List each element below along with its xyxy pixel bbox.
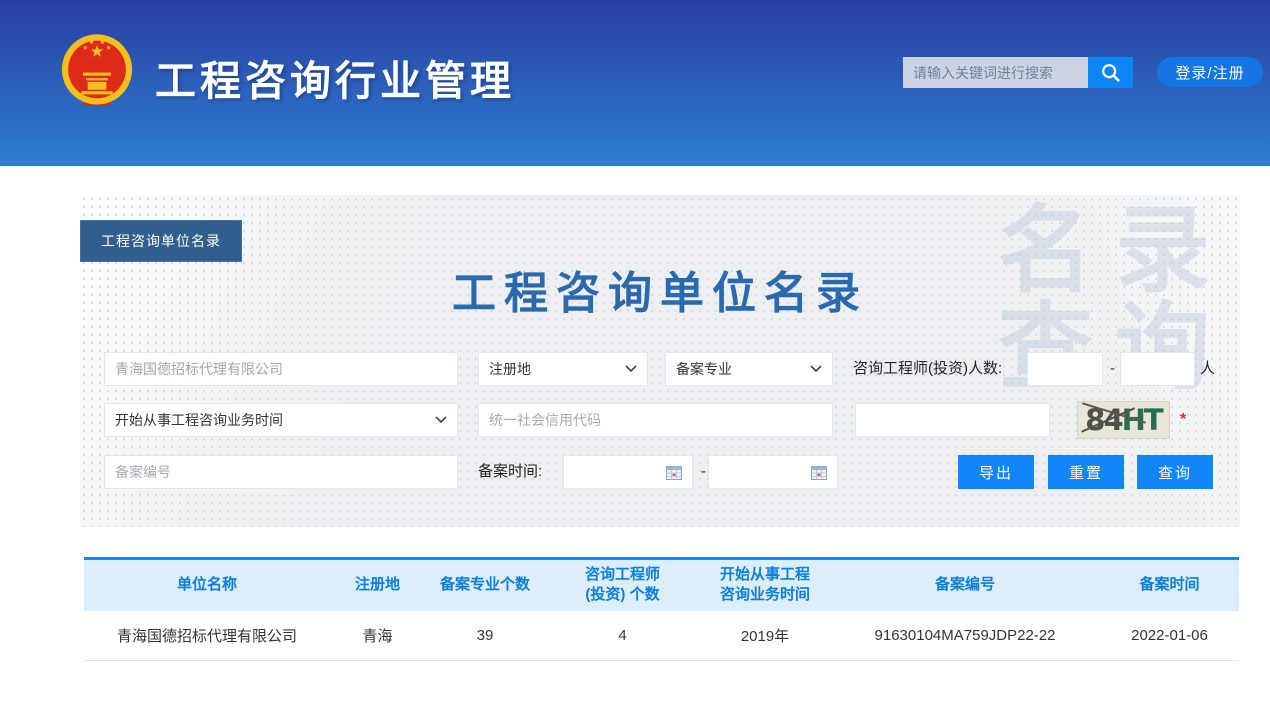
captcha-text-part1: 84 xyxy=(1085,403,1121,437)
header-search-button[interactable] xyxy=(1088,57,1133,88)
col-header-record-number: 备案编号 xyxy=(830,559,1100,611)
engineer-count-unit-label: 人 xyxy=(1200,352,1215,386)
region-select-value: 注册地 xyxy=(489,359,531,379)
unit-name-input[interactable] xyxy=(104,352,458,386)
col-header-start-time: 开始从事工程 咨询业务时间 xyxy=(700,559,830,611)
search-icon xyxy=(1100,62,1122,84)
record-number-input[interactable] xyxy=(104,455,458,489)
engineer-count-label: 咨询工程师(投资)人数: xyxy=(853,352,1002,386)
cell-unit-name: 青海国德招标代理有限公司 xyxy=(84,611,330,661)
chevron-down-icon xyxy=(435,416,447,424)
col-header-region: 注册地 xyxy=(330,559,425,611)
cell-record-time: 2022-01-06 xyxy=(1100,611,1239,661)
table-header-row: 单位名称 注册地 备案专业个数 咨询工程师 (投资) 个数 开始从事工程 咨询业… xyxy=(84,559,1239,611)
captcha-required-mark: * xyxy=(1180,401,1186,435)
engineer-count-min-input[interactable] xyxy=(1027,352,1103,386)
directory-panel: 名录 查询 工程咨询单位名录 工程咨询单位名录 注册地 备案专业 咨询工程师(投… xyxy=(80,195,1240,527)
captcha-input[interactable] xyxy=(855,403,1050,437)
start-time-select-value: 开始从事工程咨询业务时间 xyxy=(115,410,283,430)
col-header-engineer-count: 咨询工程师 (投资) 个数 xyxy=(545,559,700,611)
engineer-count-range-separator: - xyxy=(1110,352,1115,386)
specialty-select-value: 备案专业 xyxy=(676,359,732,379)
cell-region: 青海 xyxy=(330,611,425,661)
start-time-select[interactable]: 开始从事工程咨询业务时间 xyxy=(104,403,458,437)
record-time-start-input[interactable] xyxy=(563,455,693,489)
cell-engineer-count: 4 xyxy=(545,611,700,661)
record-time-label: 备案时间: xyxy=(478,455,542,489)
cell-record-number: 91630104MA759JDP22-22 xyxy=(830,611,1100,661)
national-emblem-icon xyxy=(58,30,136,112)
cell-start-time: 2019年 xyxy=(700,611,830,661)
tab-unit-directory[interactable]: 工程咨询单位名录 xyxy=(80,220,242,262)
credit-code-input[interactable] xyxy=(478,403,833,437)
col-header-unit-name: 单位名称 xyxy=(84,559,330,611)
page-title: 工程咨询单位名录 xyxy=(80,257,1240,321)
record-time-range-separator: - xyxy=(701,455,706,489)
col-header-specialty-count: 备案专业个数 xyxy=(425,559,545,611)
site-header: 工程咨询行业管理 登录/注册 xyxy=(0,0,1270,166)
reset-button[interactable]: 重置 xyxy=(1048,455,1124,489)
table-row: 青海国德招标代理有限公司 青海 39 4 2019年 91630104MA759… xyxy=(84,611,1239,661)
engineer-count-max-input[interactable] xyxy=(1120,352,1195,386)
results-table-section: 单位名称 注册地 备案专业个数 咨询工程师 (投资) 个数 开始从事工程 咨询业… xyxy=(84,557,1239,661)
query-button[interactable]: 查询 xyxy=(1137,455,1213,489)
header-search-group xyxy=(903,57,1133,88)
chevron-down-icon xyxy=(810,365,822,373)
captcha-text-part2: HT xyxy=(1122,403,1162,437)
header-search-input[interactable] xyxy=(903,57,1088,88)
region-select[interactable]: 注册地 xyxy=(478,352,648,386)
site-title: 工程咨询行业管理 xyxy=(155,47,515,107)
login-register-button[interactable]: 登录/注册 xyxy=(1157,57,1263,87)
specialty-select[interactable]: 备案专业 xyxy=(665,352,833,386)
cell-specialty-count: 39 xyxy=(425,611,545,661)
col-header-record-time: 备案时间 xyxy=(1100,559,1239,611)
record-time-end-input[interactable] xyxy=(708,455,838,489)
export-button[interactable]: 导出 xyxy=(958,455,1034,489)
calendar-icon xyxy=(666,465,682,480)
calendar-icon xyxy=(811,465,827,480)
chevron-down-icon xyxy=(625,365,637,373)
captcha-image[interactable]: 84HT xyxy=(1077,401,1170,439)
results-table: 单位名称 注册地 备案专业个数 咨询工程师 (投资) 个数 开始从事工程 咨询业… xyxy=(84,557,1239,661)
page: 工程咨询行业管理 登录/注册 名录 查询 工程咨询单位名录 工程咨询单位名录 注… xyxy=(0,0,1270,725)
